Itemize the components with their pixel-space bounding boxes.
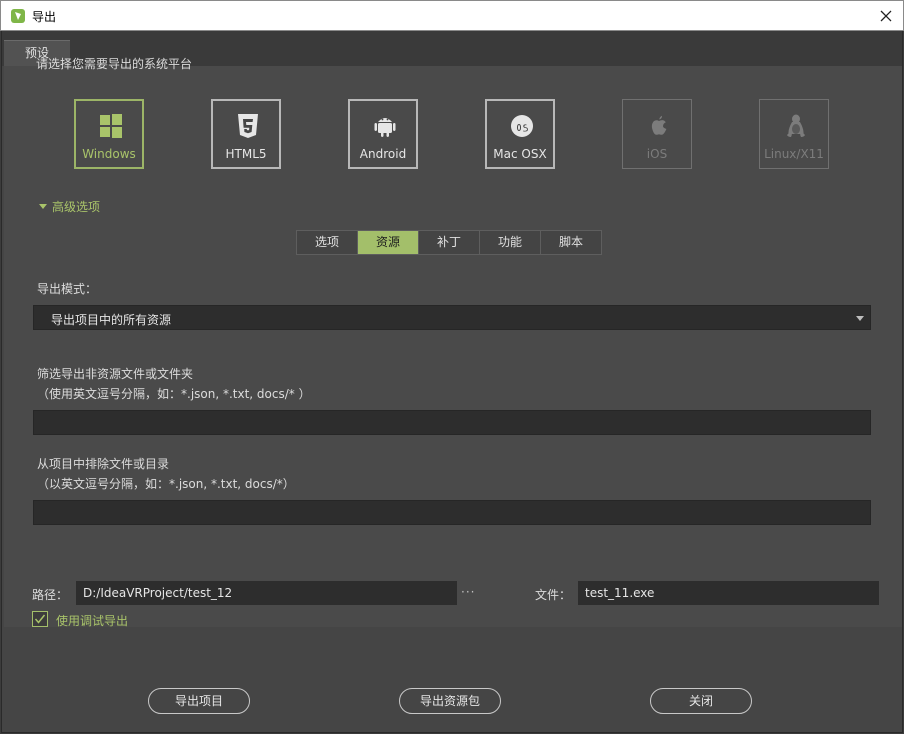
- platform-linux: Linux/X11: [759, 99, 829, 169]
- filter-label: 筛选导出非资源文件或文件夹: [37, 367, 194, 381]
- advanced-options-label: 高级选项: [52, 200, 101, 214]
- filter-input[interactable]: [33, 410, 871, 435]
- exclude-input[interactable]: [33, 500, 871, 525]
- android-icon: [374, 118, 396, 137]
- exclude-hint: （以英文逗号分隔，如：*.json, *.txt, docs/*）: [37, 477, 295, 491]
- filter-hint: （使用英文逗号分隔，如：*.json, *.txt, docs/* ）: [37, 387, 311, 401]
- debug-export-checkbox[interactable]: [32, 611, 48, 627]
- windows-icon: [100, 114, 122, 138]
- tab-patch[interactable]: 补丁: [418, 230, 480, 255]
- tab-options[interactable]: 选项: [296, 230, 358, 255]
- close-icon[interactable]: [873, 4, 899, 28]
- advanced-options-toggle[interactable]: 高级选项: [39, 198, 100, 215]
- platform-label: Android: [359, 147, 407, 161]
- platform-macosx[interactable]: Mac OSX: [485, 99, 555, 169]
- debug-export-label: 使用调试导出: [56, 614, 129, 628]
- title-bar: 导出: [0, 0, 904, 31]
- macos-icon: [511, 115, 533, 137]
- apple-icon: [651, 115, 667, 135]
- tab-features[interactable]: 功能: [479, 230, 541, 255]
- file-label: 文件：: [535, 588, 572, 602]
- linux-icon: [787, 114, 805, 137]
- export-mode-value: 导出项目中的所有资源: [51, 313, 172, 327]
- file-value: test_11.exe: [585, 586, 655, 600]
- export-mode-label: 导出模式：: [37, 282, 98, 296]
- platform-label: iOS: [646, 147, 668, 161]
- path-value: D:/IdeaVRProject/test_12: [83, 586, 233, 600]
- platform-label: Windows: [82, 147, 136, 161]
- platform-label: HTML5: [225, 147, 267, 161]
- tab-scripts[interactable]: 脚本: [540, 230, 602, 255]
- path-input[interactable]: D:/IdeaVRProject/test_12: [76, 581, 457, 605]
- checkmark-icon: [34, 614, 46, 624]
- exclude-label: 从项目中排除文件或目录: [37, 457, 170, 471]
- platform-label: Mac OSX: [493, 147, 547, 161]
- platform-prompt: 请选择您需要导出的系统平台: [36, 57, 193, 71]
- html5-icon: [238, 114, 258, 138]
- export-mode-select[interactable]: 导出项目中的所有资源: [33, 305, 871, 330]
- platform-html5[interactable]: HTML5: [211, 99, 281, 169]
- platform-windows[interactable]: Windows: [74, 99, 144, 169]
- browse-button[interactable]: ···: [461, 585, 475, 599]
- close-button[interactable]: 关闭: [650, 688, 752, 714]
- platform-android[interactable]: Android: [348, 99, 418, 169]
- file-input[interactable]: test_11.exe: [578, 581, 879, 605]
- advanced-tabs: 选项 资源 补丁 功能 脚本: [296, 230, 602, 255]
- triangle-down-icon: [39, 204, 47, 209]
- window-title: 导出: [32, 10, 57, 24]
- platform-ios: iOS: [622, 99, 692, 169]
- path-label: 路径：: [32, 588, 69, 602]
- export-project-button[interactable]: 导出项目: [148, 688, 250, 714]
- platform-label: Linux/X11: [764, 147, 824, 161]
- tab-resources[interactable]: 资源: [357, 230, 419, 255]
- chevron-down-icon: [856, 316, 864, 321]
- export-resource-pack-button[interactable]: 导出资源包: [399, 688, 501, 714]
- app-logo-icon: [11, 9, 25, 23]
